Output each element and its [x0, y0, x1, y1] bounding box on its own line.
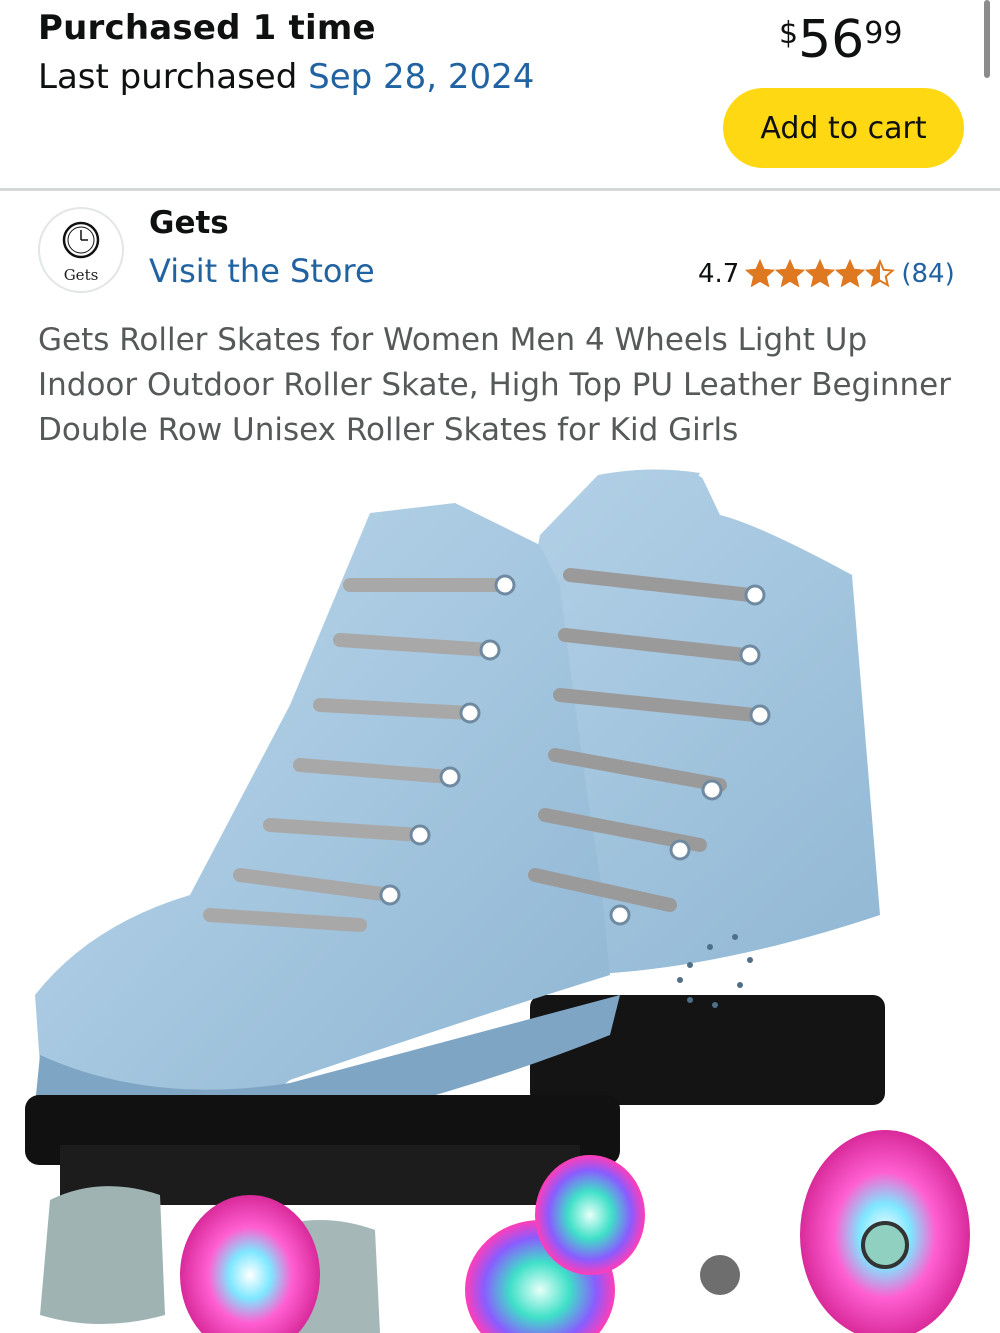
product-image[interactable]: [0, 455, 1000, 1333]
last-purchased-date[interactable]: Sep 28, 2024: [308, 57, 534, 97]
star-icon: [865, 259, 896, 288]
star-icon: [805, 259, 836, 288]
rating[interactable]: 4.7 (84): [698, 256, 955, 292]
purchased-count: Purchased 1 time: [38, 8, 376, 48]
rating-count[interactable]: (84): [901, 259, 954, 289]
store-logo-text: Gets: [63, 266, 99, 284]
divider: [0, 188, 1000, 191]
brand-name: Gets: [149, 205, 229, 241]
last-purchased-line: Last purchased Sep 28, 2024: [38, 57, 534, 97]
price-currency: $: [779, 16, 799, 51]
last-purchased-label: Last purchased: [38, 57, 298, 97]
star-icon: [775, 259, 806, 288]
rating-value: 4.7: [698, 259, 740, 289]
price: $5699: [779, 10, 902, 70]
price-fraction: 99: [864, 16, 903, 51]
scrollbar[interactable]: [984, 0, 990, 78]
star-icon: [745, 259, 776, 288]
price-whole: 56: [798, 10, 865, 70]
rating-stars: [745, 259, 896, 289]
add-to-cart-button[interactable]: Add to cart: [723, 88, 964, 168]
visit-store-link[interactable]: Visit the Store: [149, 252, 375, 290]
store-logo[interactable]: Gets: [38, 207, 124, 293]
star-icon: [835, 259, 866, 288]
product-title[interactable]: Gets Roller Skates for Women Men 4 Wheel…: [38, 318, 968, 453]
